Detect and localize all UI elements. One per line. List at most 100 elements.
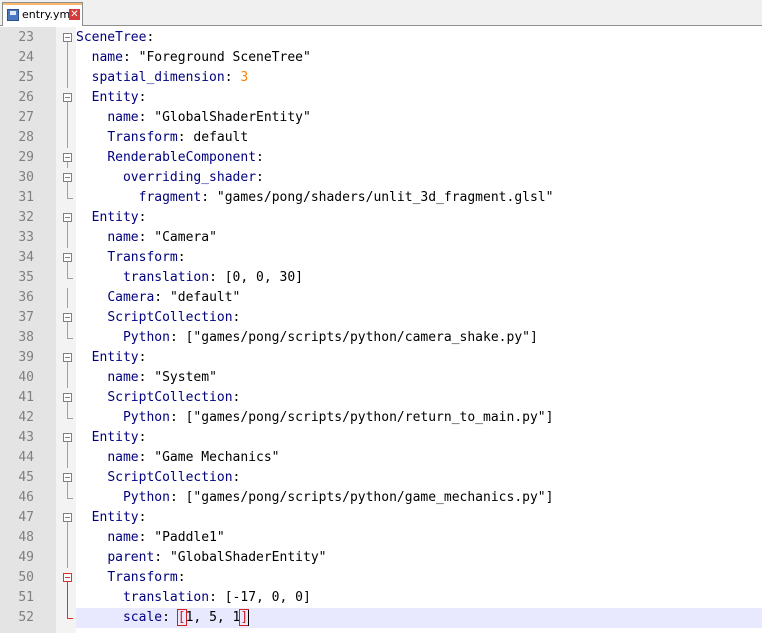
fold-toggle-icon[interactable] — [63, 173, 72, 182]
code-line[interactable]: Entity: — [76, 348, 762, 368]
code-line[interactable]: translation: [0, 0, 30] — [76, 268, 762, 288]
fold-toggle-icon[interactable] — [63, 33, 72, 42]
fold-toggle-icon[interactable] — [63, 93, 72, 102]
line-number: 36 — [18, 290, 34, 305]
code-line[interactable]: name: "GlobalShaderEntity" — [76, 108, 762, 128]
yaml-key: overriding_shader — [122, 170, 257, 185]
tab-entry-yml[interactable]: entry.yml ✕ — [2, 2, 83, 26]
text-caret — [248, 610, 250, 626]
code-line[interactable]: name: "System" — [76, 368, 762, 388]
line-number: 44 — [18, 450, 34, 465]
code-line[interactable]: Entity: — [76, 208, 762, 228]
yaml-colon: : — [169, 330, 178, 345]
code-line-row: 30 overriding_shader: — [0, 168, 762, 188]
yaml-colon: : — [177, 250, 186, 265]
yaml-key: Camera — [107, 290, 155, 305]
yaml-value: "games/pong/shaders/unlit_3d_fragment.gl… — [216, 190, 554, 205]
fold-toggle-icon[interactable] — [63, 393, 72, 402]
yaml-key: Entity — [91, 430, 139, 445]
yaml-colon: : — [201, 190, 210, 205]
yaml-key: name — [91, 50, 123, 65]
yaml-colon: : — [162, 610, 170, 625]
code-line[interactable]: SceneTree: — [76, 28, 762, 48]
yaml-key: scale — [122, 610, 163, 625]
fold-toggle-icon[interactable] — [63, 433, 72, 442]
code-line[interactable]: Entity: — [76, 428, 762, 448]
yaml-key: Entity — [91, 90, 139, 105]
line-number: 38 — [18, 330, 34, 345]
fold-toggle-icon[interactable] — [63, 313, 72, 322]
line-number: 45 — [18, 470, 34, 485]
code-line[interactable]: fragment: "games/pong/shaders/unlit_3d_f… — [76, 188, 762, 208]
code-line[interactable]: Python: ["games/pong/scripts/python/game… — [76, 488, 762, 508]
code-line[interactable]: RenderableComponent: — [76, 148, 762, 168]
code-line[interactable]: Transform: default — [76, 128, 762, 148]
fold-toggle-icon[interactable] — [63, 353, 72, 362]
yaml-key: name — [107, 530, 139, 545]
code-line[interactable]: overriding_shader: — [76, 168, 762, 188]
fold-guide-line — [67, 448, 68, 468]
yaml-key: parent — [107, 550, 155, 565]
yaml-key: Python — [122, 490, 170, 505]
yaml-key: name — [107, 110, 139, 125]
fold-guide-line — [67, 528, 68, 548]
line-number: 30 — [18, 170, 34, 185]
yaml-key: translation — [122, 270, 210, 285]
code-line[interactable]: Python: ["games/pong/scripts/python/retu… — [76, 408, 762, 428]
yaml-key: ScriptCollection — [107, 390, 233, 405]
code-line-row: 38 Python: ["games/pong/scripts/python/c… — [0, 328, 762, 348]
yaml-key: ScriptCollection — [107, 310, 233, 325]
line-number: 39 — [18, 350, 34, 365]
code-line[interactable]: name: "Paddle1" — [76, 528, 762, 548]
line-number: 46 — [18, 490, 34, 505]
code-line-row: 46 Python: ["games/pong/scripts/python/g… — [0, 488, 762, 508]
code-line[interactable]: Transform: — [76, 568, 762, 588]
line-number: 32 — [18, 210, 34, 225]
code-line[interactable]: Camera: "default" — [76, 288, 762, 308]
code-line[interactable]: Entity: — [76, 88, 762, 108]
code-line[interactable]: ScriptCollection: — [76, 308, 762, 328]
line-number: 52 — [18, 610, 34, 625]
code-line[interactable]: parent: "GlobalShaderEntity" — [76, 548, 762, 568]
fold-toggle-icon[interactable] — [63, 573, 72, 582]
fold-toggle-icon[interactable] — [63, 253, 72, 262]
yaml-colon: : — [138, 90, 147, 105]
code-line[interactable]: name: "Foreground SceneTree" — [76, 48, 762, 68]
active-tab-indicator — [3, 3, 82, 5]
yaml-key: name — [107, 370, 139, 385]
code-line[interactable]: Entity: — [76, 508, 762, 528]
code-line-row: 24 name: "Foreground SceneTree" — [0, 48, 762, 68]
code-line-row: 39 Entity: — [0, 348, 762, 368]
fold-toggle-icon[interactable] — [63, 513, 72, 522]
code-line[interactable]: scale: [1, 5, 1] — [76, 608, 762, 628]
fold-toggle-icon[interactable] — [63, 473, 72, 482]
close-tab-icon[interactable]: ✕ — [69, 9, 80, 20]
code-line[interactable]: name: "Game Mechanics" — [76, 448, 762, 468]
code-line[interactable]: translation: [-17, 0, 0] — [76, 588, 762, 608]
fold-toggle-icon[interactable] — [63, 153, 72, 162]
code-line[interactable]: Python: ["games/pong/scripts/python/came… — [76, 328, 762, 348]
code-line[interactable]: Transform: — [76, 248, 762, 268]
code-line[interactable]: name: "Camera" — [76, 228, 762, 248]
code-line[interactable]: ScriptCollection: — [76, 388, 762, 408]
code-line[interactable]: ScriptCollection: — [76, 468, 762, 488]
yaml-colon: : — [177, 130, 186, 145]
line-number: 43 — [18, 430, 34, 445]
fold-toggle-icon[interactable] — [63, 213, 72, 222]
yaml-value: "GlobalShaderEntity" — [154, 110, 311, 125]
fold-guide-line — [67, 108, 68, 128]
code-line-row: 27 name: "GlobalShaderEntity" — [0, 108, 762, 128]
code-line[interactable]: spatial_dimension: 3 — [76, 68, 762, 88]
fold-guide-line — [67, 488, 68, 498]
yaml-key: name — [107, 450, 139, 465]
